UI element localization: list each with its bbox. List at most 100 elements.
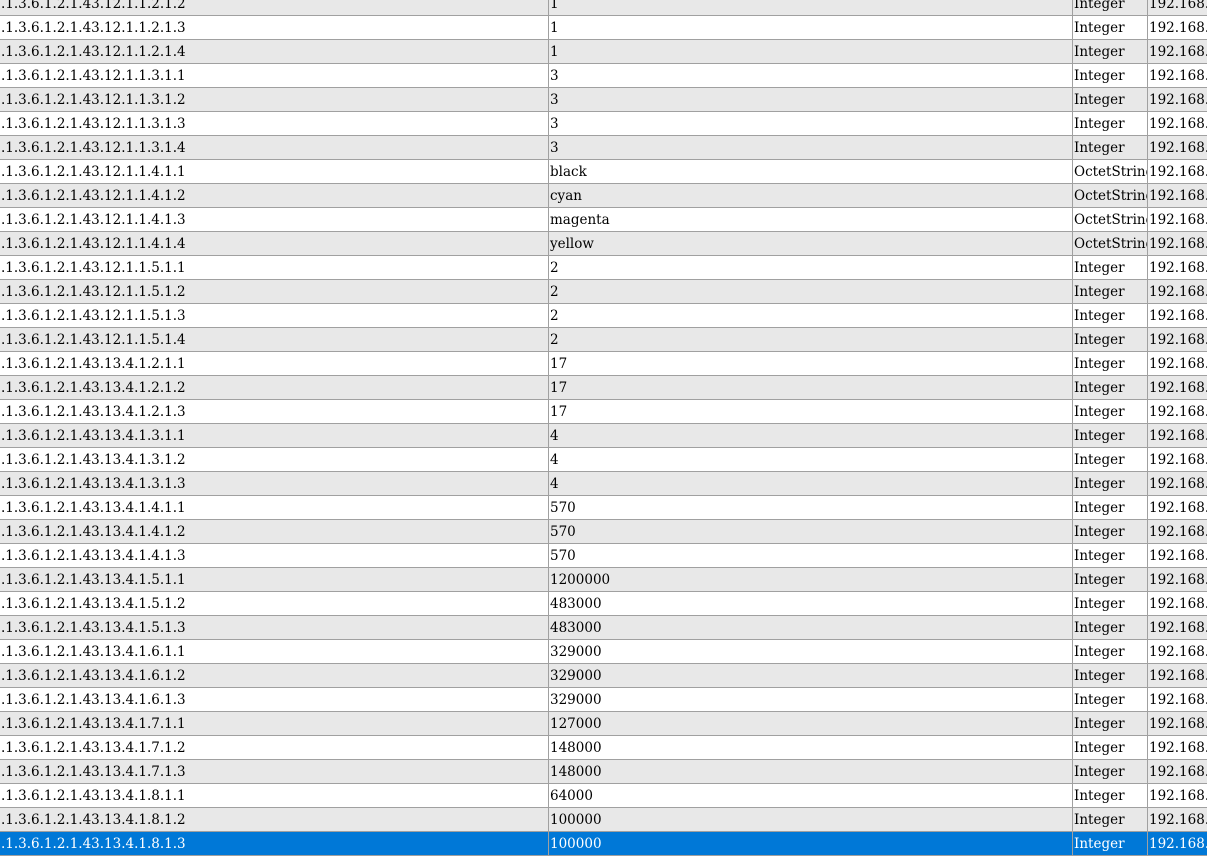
type-cell: Integer [1073, 808, 1148, 831]
oid-cell: .1.3.6.1.2.1.43.12.1.1.4.1.2 [0, 184, 549, 207]
oid-cell: .1.3.6.1.2.1.43.13.4.1.2.1.2 [0, 376, 549, 399]
table-row[interactable]: .1.3.6.1.2.1.43.12.1.1.4.1.4 yellow OctetS… [0, 232, 1207, 256]
table-row[interactable]: .1.3.6.1.2.1.43.13.4.1.7.1.1 127000 Intege… [0, 712, 1207, 736]
table-row-selected[interactable]: .1.3.6.1.2.1.43.13.4.1.8.1.3 100000 Intege… [0, 832, 1207, 856]
oid-cell: .1.3.6.1.2.1.43.13.4.1.2.1.3 [0, 400, 549, 423]
table-row[interactable]: .1.3.6.1.2.1.43.12.1.1.4.1.1 black OctetSt… [0, 160, 1207, 184]
host-cell: 192.168. [1149, 68, 1207, 84]
table-row[interactable]: .1.3.6.1.2.1.43.12.1.1.3.1.2 3 Integer 192.… [0, 88, 1207, 112]
value-cell: 329000 [549, 664, 1073, 687]
oid-cell: .1.3.6.1.2.1.43.13.4.1.4.1.2 [0, 520, 549, 543]
oid-cell: .1.3.6.1.2.1.43.13.4.1.8.1.3 [0, 832, 549, 855]
table-row[interactable]: .1.3.6.1.2.1.43.12.1.1.5.1.3 2 Integer 192.… [0, 304, 1207, 328]
type-cell: Integer [1073, 592, 1148, 615]
type-cell: Integer [1073, 448, 1148, 471]
value-cell: 329000 [549, 640, 1073, 663]
table-row[interactable]: .1.3.6.1.2.1.43.12.1.1.3.1.1 3 Integer 192.… [0, 64, 1207, 88]
table-row[interactable]: .1.3.6.1.2.1.43.13.4.1.5.1.2 483000 Intege… [0, 592, 1207, 616]
host-cell: 192.168. [1149, 548, 1207, 564]
table-row[interactable]: .1.3.6.1.2.1.43.12.1.1.5.1.4 2 Integer 192.… [0, 328, 1207, 352]
table-row[interactable]: .1.3.6.1.2.1.43.13.4.1.6.1.3 329000 Intege… [0, 688, 1207, 712]
host-cell: 192.168. [1149, 572, 1207, 588]
type-cell: Integer [1073, 16, 1148, 39]
value-cell: 2 [549, 328, 1073, 351]
table-row[interactable]: .1.3.6.1.2.1.43.13.4.1.2.1.1 17 Integer 192… [0, 352, 1207, 376]
table-row[interactable]: .1.3.6.1.2.1.43.13.4.1.2.1.3 17 Integer 192… [0, 400, 1207, 424]
table-row[interactable]: .1.3.6.1.2.1.43.13.4.1.3.1.2 4 Integer 192.… [0, 448, 1207, 472]
table-row[interactable]: .1.3.6.1.2.1.43.12.1.1.5.1.1 2 Integer 192.… [0, 256, 1207, 280]
value-cell: 3 [549, 112, 1073, 135]
type-cell: Integer [1073, 832, 1148, 855]
table-row[interactable]: .1.3.6.1.2.1.43.12.1.1.3.1.4 3 Integer 192.… [0, 136, 1207, 160]
table-row[interactable]: .1.3.6.1.2.1.43.13.4.1.8.1.2 100000 Intege… [0, 808, 1207, 832]
snmp-results-table: .1.3.6.1.2.1.43.12.1.1.2.1.2 1 Integer 192.… [0, 0, 1207, 856]
host-cell: 192.168. [1149, 188, 1207, 204]
table-row[interactable]: .1.3.6.1.2.1.43.13.4.1.8.1.1 64000 Integer… [0, 784, 1207, 808]
table-row[interactable]: .1.3.6.1.2.1.43.12.1.1.2.1.2 1 Integer 192.… [0, 0, 1207, 16]
table-row[interactable]: .1.3.6.1.2.1.43.13.4.1.3.1.1 4 Integer 192.… [0, 424, 1207, 448]
host-cell: 192.168. [1149, 476, 1207, 492]
table-row[interactable]: .1.3.6.1.2.1.43.13.4.1.4.1.1 570 Integer 19… [0, 496, 1207, 520]
value-cell: black [549, 160, 1073, 183]
oid-cell: .1.3.6.1.2.1.43.13.4.1.2.1.1 [0, 352, 549, 375]
value-cell: 127000 [549, 712, 1073, 735]
oid-cell: .1.3.6.1.2.1.43.12.1.1.5.1.3 [0, 304, 549, 327]
table-row[interactable]: .1.3.6.1.2.1.43.12.1.1.2.1.3 1 Integer 192.… [0, 16, 1207, 40]
table-row[interactable]: .1.3.6.1.2.1.43.13.4.1.6.1.1 329000 Intege… [0, 640, 1207, 664]
value-cell: 4 [549, 472, 1073, 495]
type-cell: Integer [1073, 40, 1148, 63]
table-row[interactable]: .1.3.6.1.2.1.43.13.4.1.5.1.1 1200000 Integ… [0, 568, 1207, 592]
type-cell: Integer [1073, 736, 1148, 759]
host-cell: 192.168. [1149, 524, 1207, 540]
table-row[interactable]: .1.3.6.1.2.1.43.13.4.1.7.1.3 148000 Intege… [0, 760, 1207, 784]
table-row[interactable]: .1.3.6.1.2.1.43.12.1.1.5.1.2 2 Integer 192.… [0, 280, 1207, 304]
oid-cell: .1.3.6.1.2.1.43.13.4.1.3.1.1 [0, 424, 549, 447]
table-row[interactable]: .1.3.6.1.2.1.43.12.1.1.4.1.3 magenta Octet… [0, 208, 1207, 232]
table-row[interactable]: .1.3.6.1.2.1.43.12.1.1.2.1.4 1 Integer 192.… [0, 40, 1207, 64]
type-cell: Integer [1073, 256, 1148, 279]
oid-cell: .1.3.6.1.2.1.43.12.1.1.5.1.1 [0, 256, 549, 279]
oid-cell: .1.3.6.1.2.1.43.12.1.1.4.1.4 [0, 232, 549, 255]
host-cell: 192.168. [1149, 668, 1207, 684]
table-row[interactable]: .1.3.6.1.2.1.43.13.4.1.4.1.2 570 Integer 19… [0, 520, 1207, 544]
type-cell: Integer [1073, 424, 1148, 447]
value-cell: 2 [549, 304, 1073, 327]
oid-cell: .1.3.6.1.2.1.43.12.1.1.5.1.4 [0, 328, 549, 351]
table-row[interactable]: .1.3.6.1.2.1.43.13.4.1.4.1.3 570 Integer 19… [0, 544, 1207, 568]
oid-cell: .1.3.6.1.2.1.43.13.4.1.5.1.2 [0, 592, 549, 615]
value-cell: 17 [549, 400, 1073, 423]
type-cell: Integer [1073, 328, 1148, 351]
type-cell: Integer [1073, 688, 1148, 711]
host-cell: 192.168. [1149, 836, 1207, 852]
value-cell: magenta [549, 208, 1073, 231]
table-row[interactable]: .1.3.6.1.2.1.43.13.4.1.3.1.3 4 Integer 192.… [0, 472, 1207, 496]
oid-cell: .1.3.6.1.2.1.43.12.1.1.3.1.3 [0, 112, 549, 135]
table-row[interactable]: .1.3.6.1.2.1.43.12.1.1.4.1.2 cyan OctetStr… [0, 184, 1207, 208]
host-cell: 192.168. [1149, 164, 1207, 180]
oid-cell: .1.3.6.1.2.1.43.12.1.1.3.1.4 [0, 136, 549, 159]
oid-cell: .1.3.6.1.2.1.43.13.4.1.3.1.2 [0, 448, 549, 471]
type-cell: Integer [1073, 112, 1148, 135]
type-cell: Integer [1073, 568, 1148, 591]
host-cell: 192.168. [1149, 428, 1207, 444]
value-cell: 64000 [549, 784, 1073, 807]
type-cell: Integer [1073, 664, 1148, 687]
value-cell: 100000 [549, 832, 1073, 855]
value-cell: 3 [549, 136, 1073, 159]
table-row[interactable]: .1.3.6.1.2.1.43.13.4.1.5.1.3 483000 Intege… [0, 616, 1207, 640]
type-cell: OctetString [1073, 184, 1148, 207]
oid-cell: .1.3.6.1.2.1.43.13.4.1.6.1.1 [0, 640, 549, 663]
table-row[interactable]: .1.3.6.1.2.1.43.12.1.1.3.1.3 3 Integer 192.… [0, 112, 1207, 136]
host-cell: 192.168. [1149, 620, 1207, 636]
table-row[interactable]: .1.3.6.1.2.1.43.13.4.1.6.1.2 329000 Intege… [0, 664, 1207, 688]
type-cell: OctetString [1073, 160, 1148, 183]
type-cell: Integer [1073, 400, 1148, 423]
table-row[interactable]: .1.3.6.1.2.1.43.13.4.1.2.1.2 17 Integer 192… [0, 376, 1207, 400]
value-cell: 570 [549, 496, 1073, 519]
host-cell: 192.168. [1149, 644, 1207, 660]
host-cell: 192.168. [1149, 596, 1207, 612]
value-cell: 3 [549, 88, 1073, 111]
value-cell: yellow [549, 232, 1073, 255]
type-cell: Integer [1073, 616, 1148, 639]
table-row[interactable]: .1.3.6.1.2.1.43.13.4.1.7.1.2 148000 Intege… [0, 736, 1207, 760]
